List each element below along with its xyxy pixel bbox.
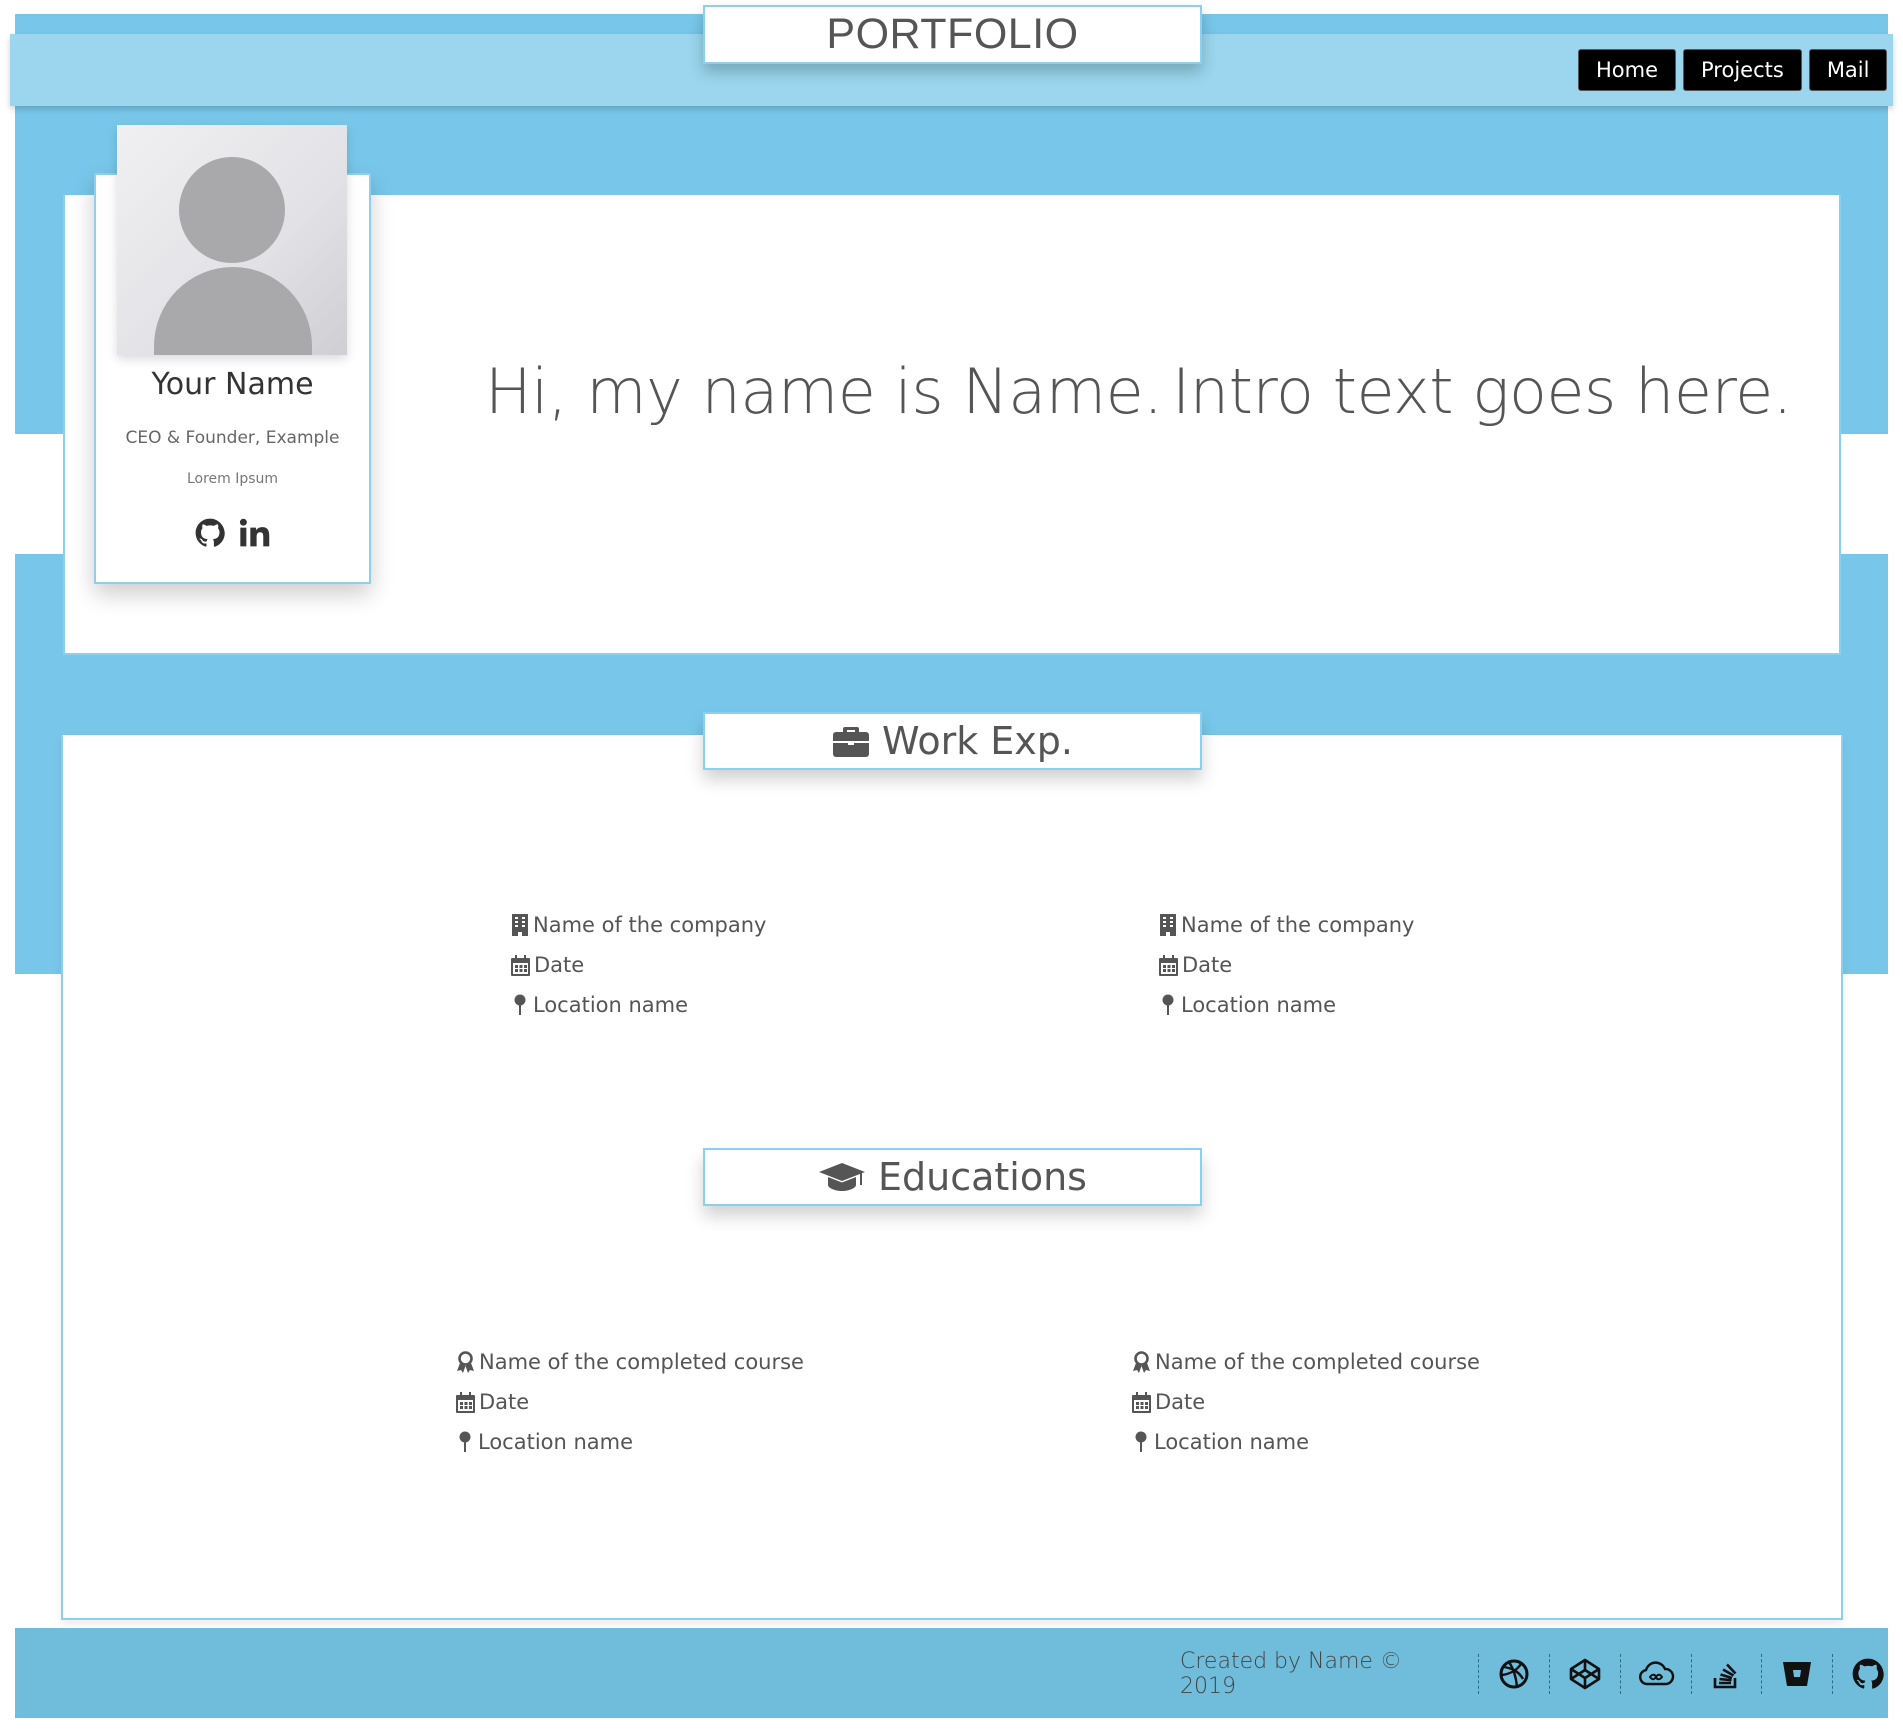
work-date: Date: [1182, 953, 1233, 977]
building-icon: [1159, 914, 1177, 936]
course-name: Name of the completed course: [479, 1350, 804, 1374]
course-row: Name of the completed course: [1132, 1349, 1480, 1375]
date-row: Date: [1159, 952, 1414, 978]
map-pin-icon: [1132, 1431, 1150, 1453]
linkedin-icon[interactable]: [239, 518, 271, 548]
date-row: Date: [1132, 1389, 1480, 1415]
work-entry: Name of the company Date Location name: [1159, 912, 1414, 1018]
educations-title: Educations: [878, 1155, 1087, 1199]
work-location: Location name: [533, 993, 689, 1017]
profile-name: Your Name: [151, 367, 314, 402]
main-nav: Home Projects Mail: [1578, 49, 1888, 91]
work-location: Location name: [1181, 993, 1337, 1017]
map-pin-icon: [456, 1431, 474, 1453]
education-location: Location name: [478, 1430, 634, 1454]
map-pin-icon: [511, 994, 529, 1016]
nav-mail-button[interactable]: Mail: [1808, 49, 1888, 91]
company-row: Name of the company: [511, 912, 766, 938]
award-icon: [456, 1351, 475, 1373]
profile-social-links: [94, 518, 371, 548]
footer-credit: Created by Name © 2019: [1180, 1649, 1402, 1699]
work-exp-title: Work Exp.: [881, 719, 1073, 763]
profile-tagline: Lorem Ipsum: [186, 471, 279, 487]
company-name: Name of the company: [533, 913, 767, 937]
education-date: Date: [479, 1390, 530, 1414]
nav-home-button[interactable]: Home: [1578, 49, 1677, 91]
calendar-icon: [1159, 954, 1178, 976]
codepen-icon[interactable]: [1548, 1654, 1620, 1694]
work-entry: Name of the company Date Location name: [511, 912, 766, 1018]
work-date: Date: [534, 953, 585, 977]
calendar-icon: [456, 1391, 475, 1413]
avatar-head: [179, 157, 285, 263]
date-row: Date: [511, 952, 766, 978]
calendar-icon: [1132, 1391, 1151, 1413]
github-icon[interactable]: [1832, 1654, 1903, 1694]
calendar-icon: [511, 954, 530, 976]
graduation-cap-icon: [818, 1161, 866, 1193]
company-name: Name of the company: [1181, 913, 1415, 937]
location-row: Location name: [456, 1429, 804, 1455]
educations-heading: Educations: [703, 1148, 1202, 1206]
location-row: Location name: [1132, 1429, 1480, 1455]
map-pin-icon: [1159, 994, 1177, 1016]
footer-content: Created by Name © 2019: [1180, 1649, 1903, 1699]
education-location: Location name: [1154, 1430, 1310, 1454]
briefcase-icon: [832, 725, 870, 757]
avatar-body: [154, 267, 312, 355]
dribbble-icon[interactable]: [1478, 1654, 1549, 1694]
intro-greeting: Hi, my name is Name.: [485, 355, 1163, 428]
location-row: Location name: [1159, 992, 1414, 1018]
github-icon[interactable]: [195, 518, 225, 548]
site-logo[interactable]: PORTFOLIO: [703, 5, 1202, 64]
nav-projects-button[interactable]: Projects: [1683, 49, 1802, 91]
building-icon: [511, 914, 529, 936]
education-date: Date: [1155, 1390, 1206, 1414]
work-exp-heading: Work Exp.: [703, 712, 1202, 770]
course-name: Name of the completed course: [1155, 1350, 1480, 1374]
stack-overflow-icon[interactable]: [1690, 1654, 1762, 1694]
date-row: Date: [456, 1389, 804, 1415]
award-icon: [1132, 1351, 1151, 1373]
course-row: Name of the completed course: [456, 1349, 804, 1375]
location-row: Location name: [511, 992, 766, 1018]
education-entry: Name of the completed course Date Locati…: [456, 1349, 804, 1455]
avatar: [117, 125, 347, 355]
cloud-icon[interactable]: [1619, 1654, 1691, 1694]
profile-role: CEO & Founder, Example: [125, 428, 340, 448]
intro-text: Intro text goes here.: [1172, 355, 1792, 428]
bitbucket-icon[interactable]: [1761, 1654, 1832, 1694]
education-entry: Name of the completed course Date Locati…: [1132, 1349, 1480, 1455]
company-row: Name of the company: [1159, 912, 1414, 938]
